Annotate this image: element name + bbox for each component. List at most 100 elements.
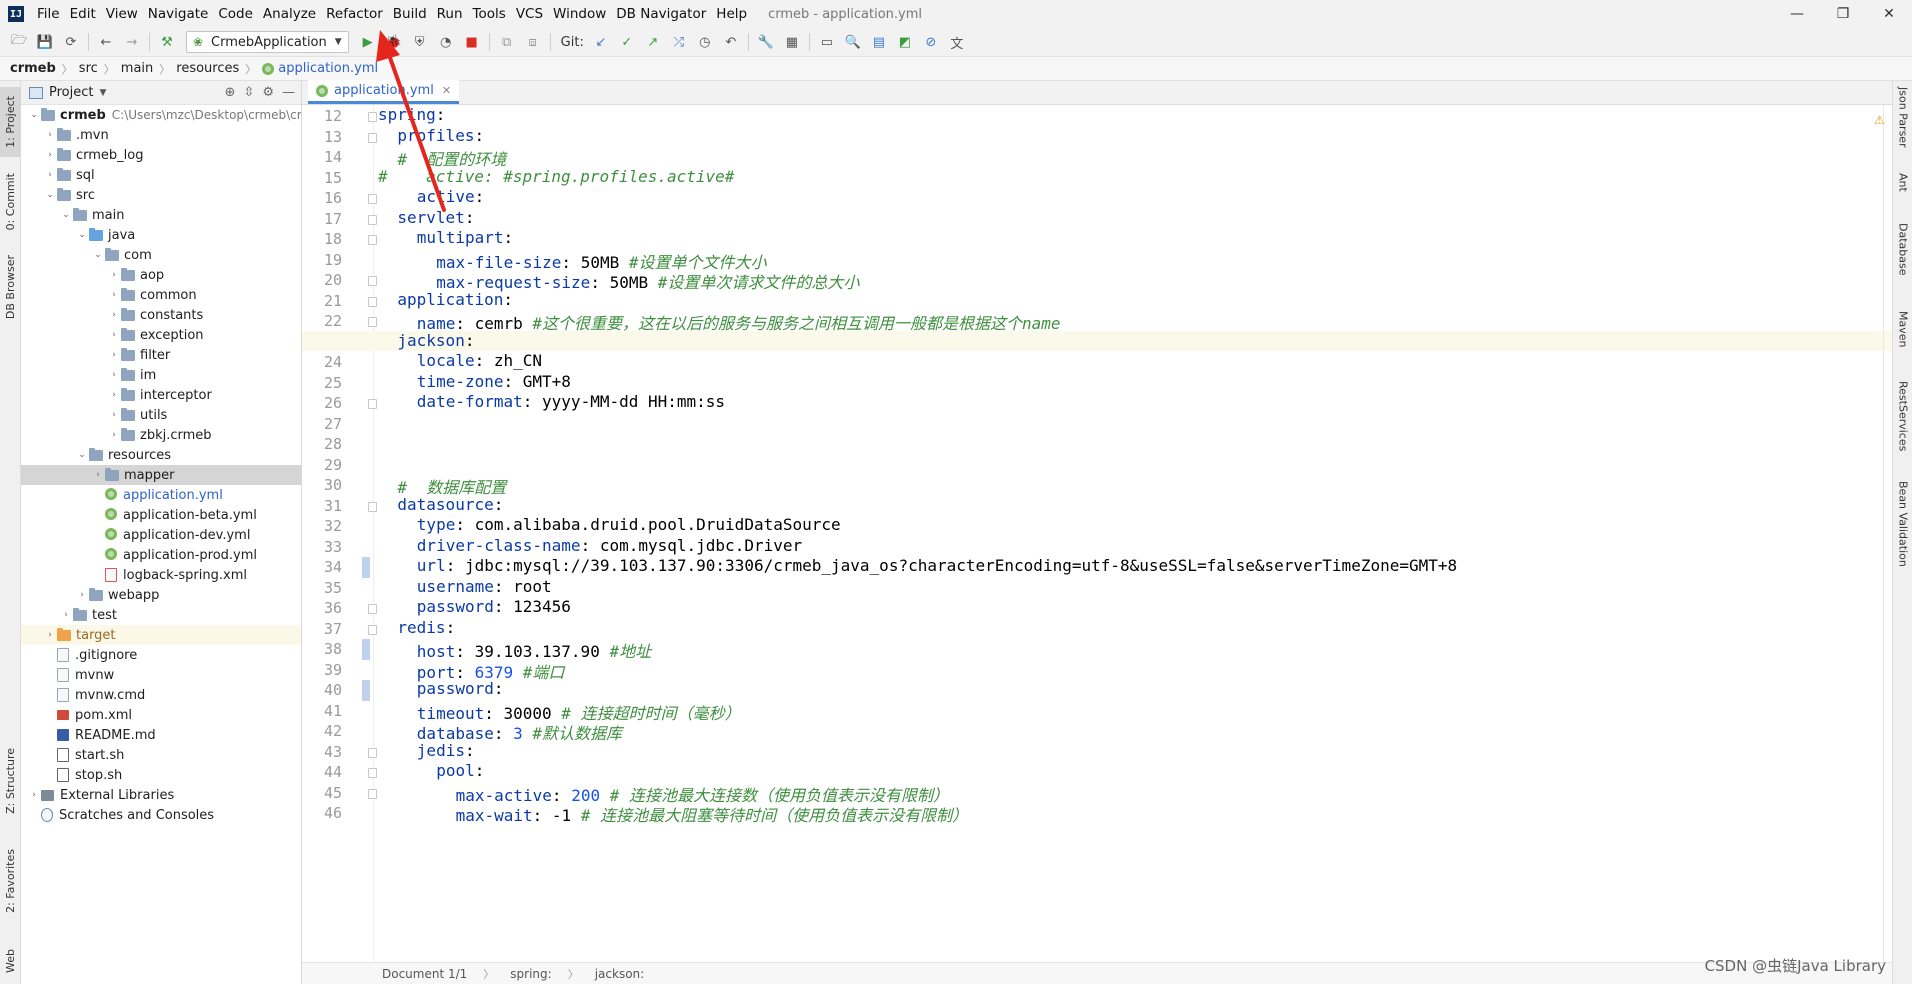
tree-item[interactable]: README.md	[21, 725, 301, 745]
chevron-right-icon[interactable]: ›	[107, 430, 121, 440]
chevron-right-icon[interactable]: ›	[107, 350, 121, 360]
chevron-down-icon[interactable]: ⌄	[75, 230, 89, 240]
tree-item[interactable]: ⌄ crmeb C:\Users\mzc\Desktop\crmeb\cr	[21, 105, 301, 125]
wrench-icon[interactable]: 🔧	[753, 30, 779, 54]
terminal-icon[interactable]: ▭	[814, 30, 840, 54]
fold-marker-icon[interactable]	[368, 132, 377, 143]
code-line[interactable]: date-format: yyyy-MM-dd HH:mm:ss	[417, 392, 725, 417]
fold-marker-icon[interactable]	[368, 747, 377, 758]
menu-item-window[interactable]: Window	[548, 0, 611, 28]
tool-tab-json-parser[interactable]: Json Parser	[1893, 87, 1912, 148]
tool-tab-maven[interactable]: Maven	[1893, 311, 1912, 347]
sync-icon[interactable]: ⟳	[58, 30, 84, 54]
chevron-right-icon[interactable]: ›	[43, 170, 57, 180]
menu-item-analyze[interactable]: Analyze	[258, 0, 321, 28]
inspection-widget[interactable]: ⚠ 11 ⌃ ⌄	[1874, 113, 1892, 127]
fold-marker-icon[interactable]	[368, 317, 377, 327]
tool-tab-bean-validation[interactable]: Bean Validation	[1893, 481, 1912, 567]
tree-item[interactable]: › exception	[21, 325, 301, 345]
block-icon[interactable]: ⊘	[918, 30, 944, 54]
tree-item[interactable]: › .mvn	[21, 125, 301, 145]
tree-item[interactable]: ⌄ resources	[21, 445, 301, 465]
fold-marker-icon[interactable]	[368, 194, 377, 204]
tree-item[interactable]: › filter	[21, 345, 301, 365]
tree-item[interactable]: › common	[21, 285, 301, 305]
menu-item-vcs[interactable]: VCS	[511, 0, 548, 28]
tree-item[interactable]: › interceptor	[21, 385, 301, 405]
chevron-down-icon[interactable]: ⌄	[27, 110, 41, 120]
chevron-right-icon[interactable]: ›	[91, 470, 105, 480]
tree-item[interactable]: › constants	[21, 305, 301, 325]
run-icon[interactable]: ▶	[355, 30, 381, 54]
translate-icon[interactable]: 文	[944, 30, 970, 54]
breadcrumb-item-crmeb[interactable]: crmeb	[10, 61, 56, 76]
chevron-right-icon[interactable]: ›	[107, 410, 121, 420]
tool-tab-web[interactable]: Web	[0, 941, 21, 981]
fold-marker-icon[interactable]	[368, 788, 377, 799]
git-update-icon[interactable]: ↙	[588, 30, 614, 54]
tree-item[interactable]: .gitignore	[21, 645, 301, 665]
fold-marker-icon[interactable]	[368, 501, 377, 512]
git-push-icon[interactable]: ↗	[640, 30, 666, 54]
tool-tab-favorites[interactable]: 2: Favorites	[0, 841, 21, 921]
tool-tab-commit[interactable]: 0: Commit	[0, 167, 21, 237]
tree-item[interactable]: logback-spring.xml	[21, 565, 301, 585]
tree-item[interactable]: › crmeb_log	[21, 145, 301, 165]
breadcrumb-item-main[interactable]: main	[121, 61, 153, 76]
git-commit-icon[interactable]: ✓	[614, 30, 640, 54]
attach-icon[interactable]: ⧉	[494, 30, 520, 54]
chevron-down-icon[interactable]: ⌄	[59, 210, 73, 220]
code-content[interactable]: spring: profiles: # 配置的环境 # active: #spring…	[302, 105, 1892, 962]
stop-icon[interactable]: ■	[459, 30, 485, 54]
git-history-icon[interactable]: ◷	[692, 30, 718, 54]
chevron-right-icon[interactable]: ›	[75, 590, 89, 600]
forward-icon[interactable]: →	[119, 30, 145, 54]
tab-application-yml[interactable]: application.yml ✕	[308, 80, 460, 104]
tree-item[interactable]: › aop	[21, 265, 301, 285]
tree-item[interactable]: › External Libraries	[21, 785, 301, 805]
tree-item[interactable]: ⌄ com	[21, 245, 301, 265]
menu-item-refactor[interactable]: Refactor	[321, 0, 388, 28]
yaml-path-jackson[interactable]: jackson:	[595, 967, 644, 981]
vcs-change-marker[interactable]	[362, 557, 370, 578]
restore-icon[interactable]: ❐	[1820, 0, 1866, 28]
metrics-icon[interactable]: ◩	[892, 30, 918, 54]
tree-item[interactable]: stop.sh	[21, 765, 301, 785]
tree-item[interactable]: application-beta.yml	[21, 505, 301, 525]
chevron-right-icon[interactable]: ›	[107, 390, 121, 400]
tree-item[interactable]: Scratches and Consoles	[21, 805, 301, 825]
tree-item[interactable]: › sql	[21, 165, 301, 185]
git-merge-icon[interactable]: ⤮	[666, 30, 692, 54]
project-structure-icon[interactable]: ▦	[779, 30, 805, 54]
tool-tab-structure[interactable]: Z: Structure	[0, 741, 21, 821]
tree-item[interactable]: › test	[21, 605, 301, 625]
fold-marker-icon[interactable]	[368, 276, 377, 286]
chevron-right-icon[interactable]: ›	[107, 370, 121, 380]
menu-item-code[interactable]: Code	[213, 0, 258, 28]
hide-panel-icon[interactable]: —	[282, 85, 295, 100]
code-area[interactable]: 1213141516171819202122232425262728293031…	[302, 105, 1892, 962]
presentation-icon[interactable]: ▤	[866, 30, 892, 54]
tool-tab-database[interactable]: Database	[1893, 223, 1912, 276]
tree-item[interactable]: mvnw	[21, 665, 301, 685]
breadcrumb-item-resources[interactable]: resources	[176, 61, 239, 76]
minimize-icon[interactable]: —	[1774, 0, 1820, 28]
run-configuration-select[interactable]: ❀ CrmebApplication ▼	[186, 31, 349, 53]
menu-item-navigate[interactable]: Navigate	[143, 0, 214, 28]
breadcrumb-item-src[interactable]: src	[79, 61, 98, 76]
chevron-down-icon[interactable]: ⌄	[75, 450, 89, 460]
document-indicator[interactable]: Document 1/1	[382, 967, 467, 981]
collapse-all-icon[interactable]: ⇳	[243, 85, 254, 100]
chevron-right-icon[interactable]: ›	[43, 130, 57, 140]
tree-item[interactable]: ⌄ src	[21, 185, 301, 205]
tool-tab-restservices[interactable]: RestServices	[1893, 381, 1912, 451]
tool-tab-ant[interactable]: Ant	[1893, 173, 1912, 192]
tool-tab-db-browser[interactable]: DB Browser	[0, 247, 21, 327]
tree-item[interactable]: › im	[21, 365, 301, 385]
coverage-icon[interactable]: ⛨	[407, 30, 433, 54]
fold-marker-icon[interactable]	[368, 768, 377, 778]
menu-item-db-navigator[interactable]: DB Navigator	[611, 0, 711, 28]
chevron-down-icon[interactable]: ⌄	[43, 190, 57, 200]
menu-item-edit[interactable]: Edit	[65, 0, 101, 28]
build-hammer-icon[interactable]: ⚒	[154, 30, 180, 54]
